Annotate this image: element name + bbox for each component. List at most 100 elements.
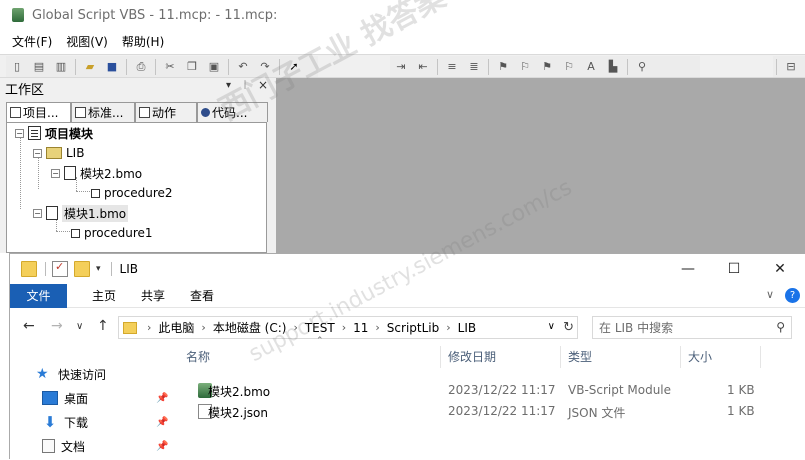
breadcrumb-this-pc[interactable]: 此电脑 xyxy=(158,319,194,336)
nav-quick-access[interactable]: ★ 快速访问 xyxy=(36,364,106,384)
tree-item-lib[interactable]: − LIB xyxy=(33,143,84,163)
folder-icon xyxy=(21,261,37,277)
tree-item-procedure1[interactable]: procedure1 xyxy=(71,223,153,243)
up-button[interactable]: ↑ xyxy=(97,318,109,334)
file-date: 2023/12/22 11:17 xyxy=(448,404,556,418)
paste-icon[interactable]: ▣ xyxy=(205,58,223,76)
breadcrumb-scriptlib[interactable]: ScriptLib xyxy=(387,321,439,335)
info-icon[interactable]: ⚲ xyxy=(633,58,651,76)
save-icon[interactable]: ■ xyxy=(103,58,121,76)
close-button[interactable]: ✕ xyxy=(757,254,803,284)
tree-root[interactable]: − 项目模块 xyxy=(15,123,93,143)
address-dropdown-icon[interactable]: ∨ xyxy=(548,321,555,332)
pin-icon[interactable]: 📌 xyxy=(156,417,168,428)
gs-menubar: 文件(F) 视图(V) 帮助(H) xyxy=(0,30,805,52)
undo-icon[interactable]: ↶ xyxy=(234,58,252,76)
clear-bookmark-icon[interactable]: ⚐ xyxy=(560,58,578,76)
back-button[interactable]: ← xyxy=(23,318,35,334)
toolbar-edit: ⇥ ⇤ ≡ ≣ ⚑ ⚐ ⚑ ⚐ A ▙ ⚲ xyxy=(390,56,700,77)
pin-icon[interactable]: ᛁ xyxy=(242,80,248,91)
nav-documents[interactable]: 文档 xyxy=(42,436,85,456)
pin-icon[interactable]: 📌 xyxy=(156,393,168,404)
search-placeholder: 在 LIB 中搜索 xyxy=(599,321,674,335)
minimize-button[interactable]: — xyxy=(665,254,711,284)
pane-close-icon[interactable]: × xyxy=(258,78,268,92)
collapse-toggle[interactable]: − xyxy=(51,168,60,178)
search-icon: ⚲ xyxy=(776,320,785,334)
print-icon[interactable]: ⎙ xyxy=(132,58,150,76)
next-bookmark-icon[interactable]: ⚐ xyxy=(516,58,534,76)
breadcrumb-test[interactable]: TEST xyxy=(305,321,335,335)
pin-icon[interactable]: 📌 xyxy=(156,441,168,452)
code-icon xyxy=(201,108,210,117)
expand-ribbon-icon[interactable]: ∨ xyxy=(766,288,774,301)
tab-view[interactable]: 查看 xyxy=(190,287,214,304)
folder-open-icon xyxy=(46,147,62,159)
search-input[interactable]: 在 LIB 中搜索 ⚲ xyxy=(592,316,792,339)
font-icon[interactable]: A xyxy=(582,58,600,76)
tab-actions[interactable]: 动作 xyxy=(135,102,197,122)
uncomment-icon[interactable]: ≣ xyxy=(465,58,483,76)
column-header-type[interactable]: 类型 xyxy=(568,348,592,365)
file-row[interactable]: 模块2.bmo 2023/12/22 11:17 VB-Script Modul… xyxy=(186,380,786,400)
menu-help[interactable]: 帮助(H) xyxy=(122,33,164,50)
explorer-title: LIB xyxy=(119,262,138,276)
tree-label: procedure1 xyxy=(84,226,153,240)
gs-titlebar: Global Script VBS - 11.mcp: - 11.mcp: xyxy=(0,0,805,30)
tab-home[interactable]: 主页 xyxy=(92,287,116,304)
tree-item-module2[interactable]: − 模块2.bmo xyxy=(51,163,142,183)
redo-icon[interactable]: ↷ xyxy=(256,58,274,76)
breadcrumb-local-disk[interactable]: 本地磁盘 (C:) xyxy=(213,319,287,336)
context-help-icon[interactable]: ➚ xyxy=(285,58,303,76)
tab-file[interactable]: 文件 xyxy=(10,283,67,308)
file-row[interactable]: 模块2.json 2023/12/22 11:17 JSON 文件 1 KB xyxy=(186,401,786,421)
column-header-size[interactable]: 大小 xyxy=(688,348,712,365)
address-row: ← → ∨ ↑ › 此电脑 › 本地磁盘 (C:) › TEST › 11 › … xyxy=(10,314,805,342)
nav-downloads[interactable]: ⬇ 下载 xyxy=(42,412,88,432)
collapse-toggle[interactable]: − xyxy=(33,208,42,218)
breadcrumb-lib[interactable]: LIB xyxy=(458,321,476,335)
tree-item-module1[interactable]: − 模块1.bmo xyxy=(33,203,129,223)
column-header-date[interactable]: 修改日期 xyxy=(448,348,496,365)
indent-icon[interactable]: ⇥ xyxy=(392,58,410,76)
tab-code[interactable]: 代码... xyxy=(197,102,268,122)
customize-quick-access-icon[interactable]: ▾ xyxy=(96,264,101,274)
procedure-icon xyxy=(71,228,80,238)
new-folder-icon[interactable] xyxy=(74,261,90,277)
help-icon[interactable]: ? xyxy=(785,288,800,303)
address-bar[interactable]: › 此电脑 › 本地磁盘 (C:) › TEST › 11 › ScriptLi… xyxy=(118,316,578,339)
open-folder-icon[interactable]: ▰ xyxy=(81,58,99,76)
column-header-name[interactable]: 名称 xyxy=(186,348,210,365)
refresh-icon[interactable]: ↻ xyxy=(563,320,574,335)
collapse-toggle[interactable]: − xyxy=(15,128,24,138)
file-name: 模块2.bmo xyxy=(208,385,271,399)
window-icon[interactable]: ⊟ xyxy=(782,58,800,76)
collapse-toggle[interactable]: − xyxy=(33,148,42,158)
new-action-icon[interactable]: ▥ xyxy=(52,58,70,76)
tab-standard[interactable]: 标准... xyxy=(71,102,135,122)
forward-button[interactable]: → xyxy=(51,318,63,334)
bookmark-icon[interactable]: ⚑ xyxy=(494,58,512,76)
pane-menu-icon[interactable]: ▾ xyxy=(226,80,231,91)
tab-label: 项目... xyxy=(23,106,59,120)
tab-project[interactable]: 项目... xyxy=(6,102,71,122)
properties-icon[interactable] xyxy=(52,260,68,277)
tree-label: 模块2.bmo xyxy=(80,166,143,181)
recent-locations-button[interactable]: ∨ xyxy=(76,321,83,332)
new-module-icon[interactable]: ▤ xyxy=(30,58,48,76)
comment-icon[interactable]: ≡ xyxy=(443,58,461,76)
prev-bookmark-icon[interactable]: ⚑ xyxy=(538,58,556,76)
menu-view[interactable]: 视图(V) xyxy=(66,33,108,50)
tree-item-procedure2[interactable]: procedure2 xyxy=(91,183,173,203)
tab-share[interactable]: 共享 xyxy=(141,287,165,304)
download-icon: ⬇ xyxy=(43,413,57,431)
outdent-icon[interactable]: ⇤ xyxy=(414,58,432,76)
maximize-button[interactable]: ☐ xyxy=(711,254,757,284)
nav-desktop[interactable]: 桌面 xyxy=(42,388,88,408)
menu-file[interactable]: 文件(F) xyxy=(12,33,52,50)
new-file-icon[interactable]: ▯ xyxy=(8,58,26,76)
cut-icon[interactable]: ✂ xyxy=(161,58,179,76)
compile-icon[interactable]: ▙ xyxy=(604,58,622,76)
breadcrumb-11[interactable]: 11 xyxy=(353,321,368,335)
copy-icon[interactable]: ❐ xyxy=(183,58,201,76)
